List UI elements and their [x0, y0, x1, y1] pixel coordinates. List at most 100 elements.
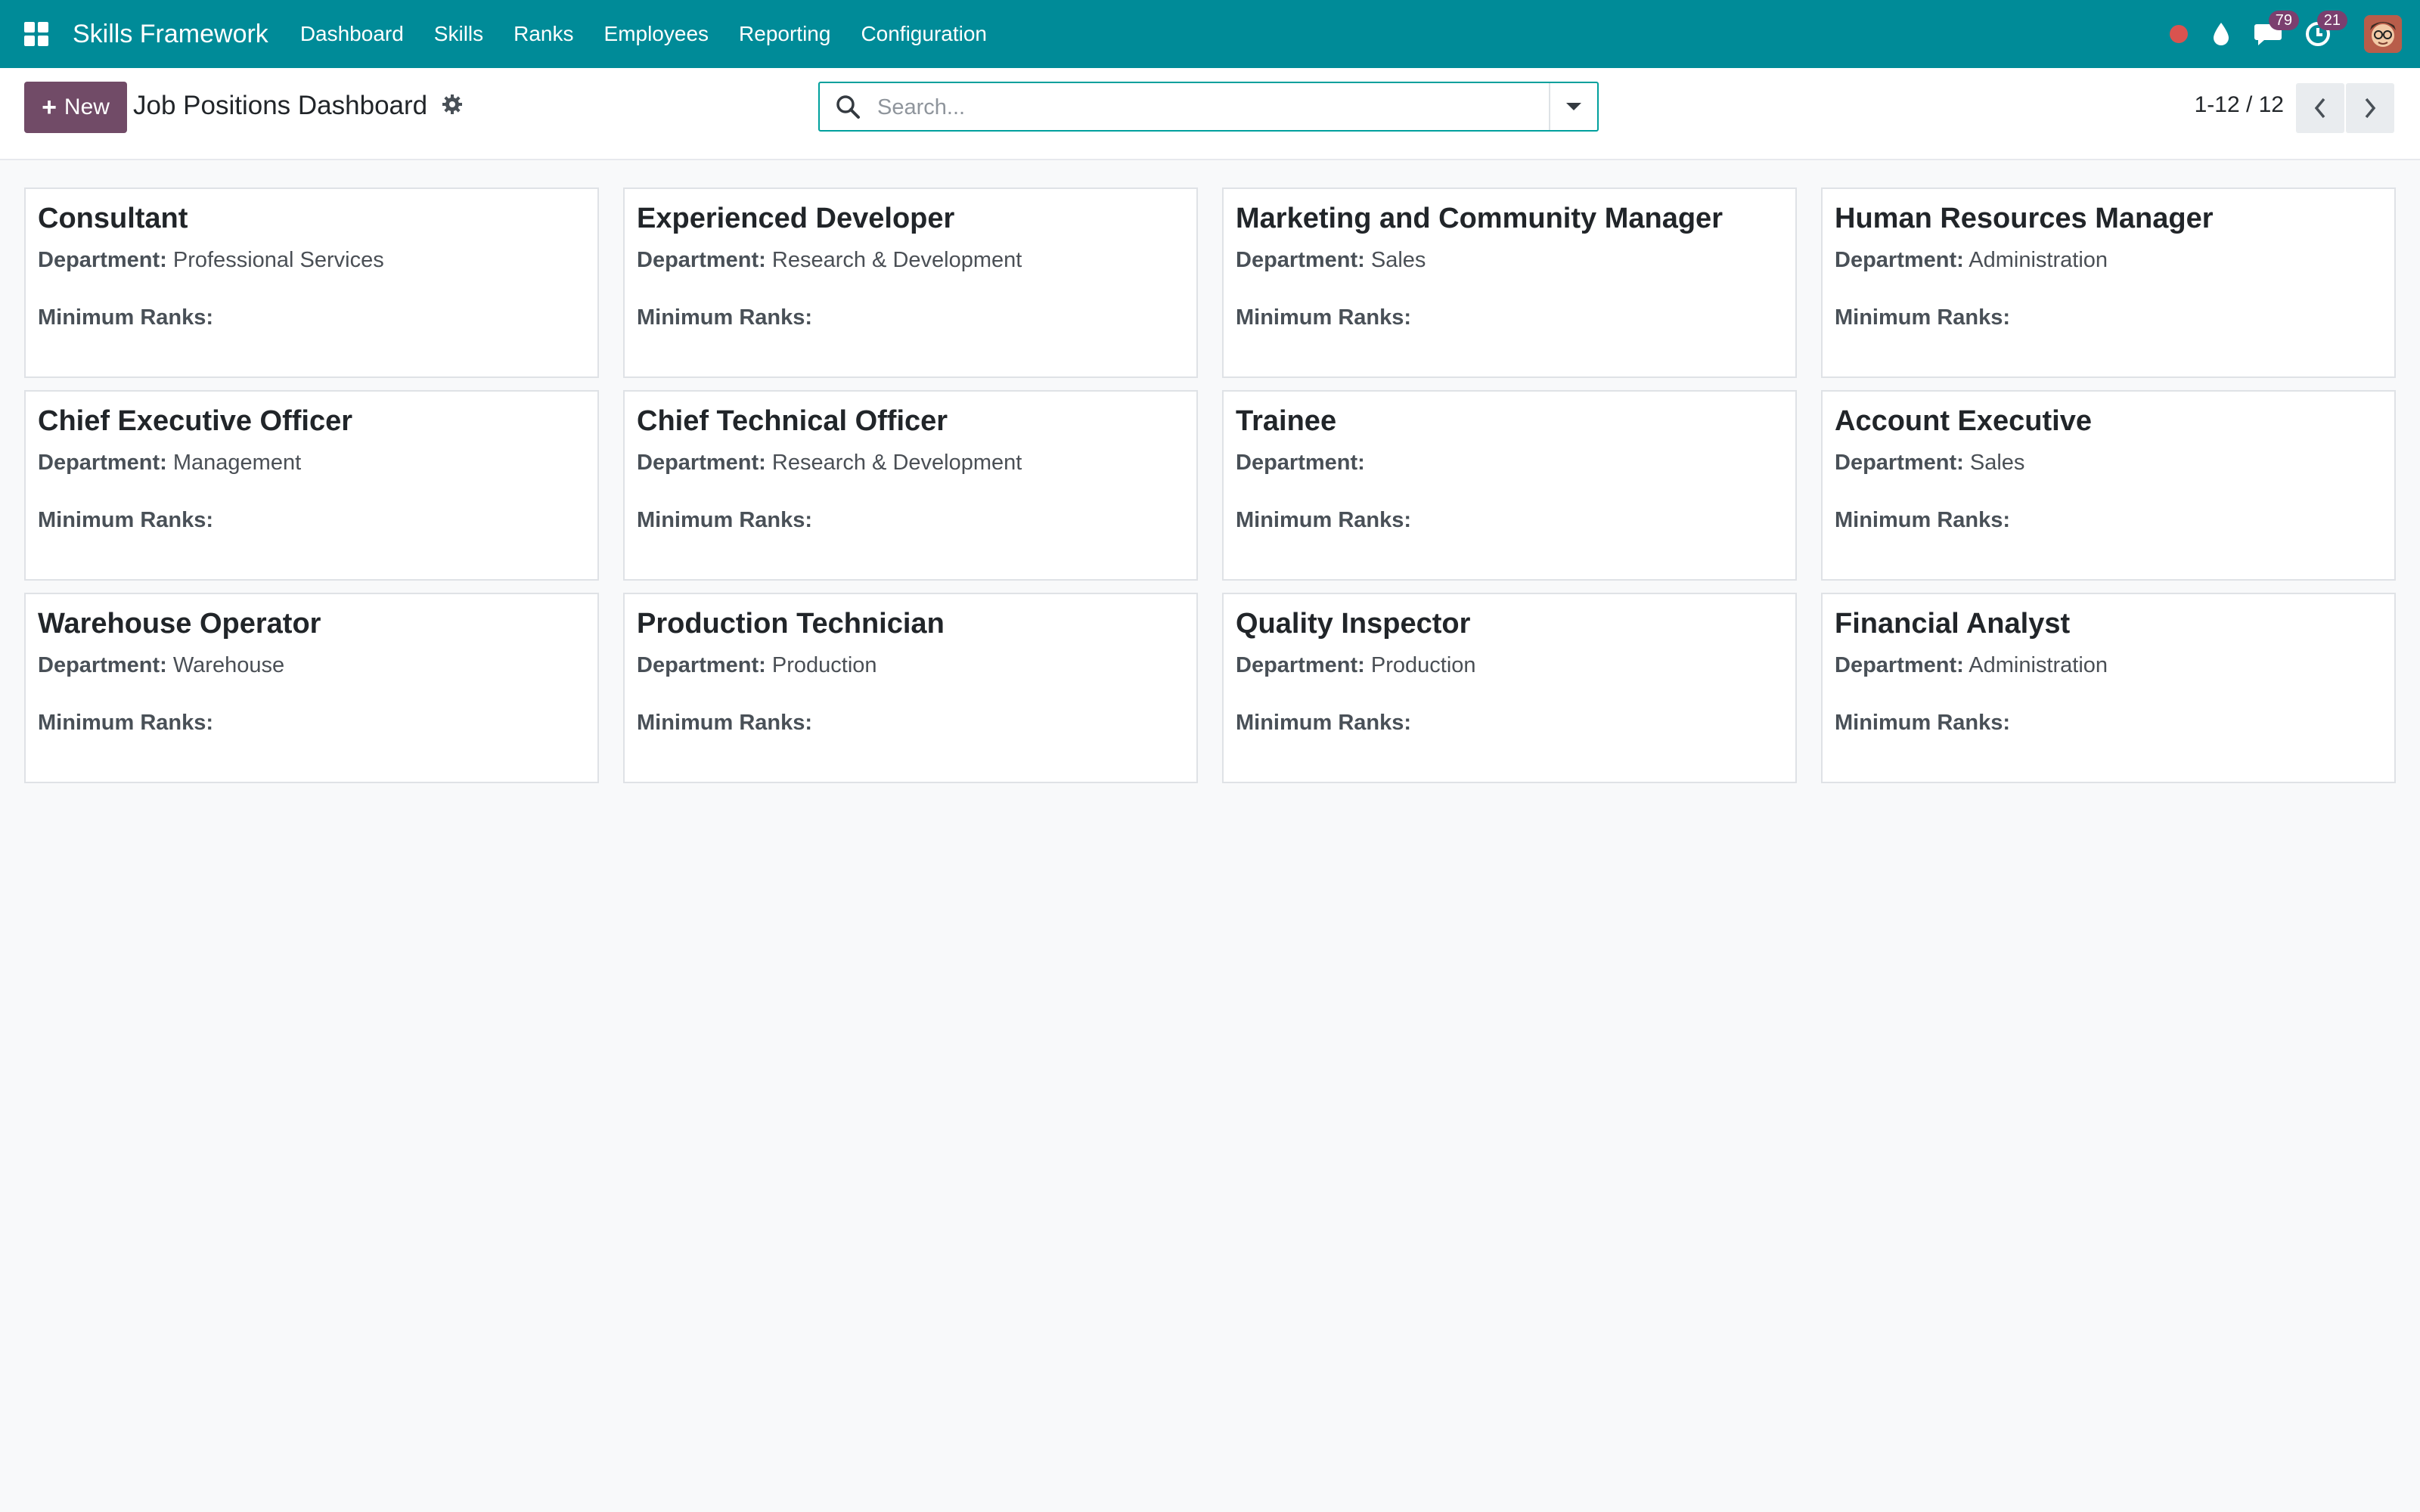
card-title: Production Technician — [637, 608, 945, 640]
systray: 79 21 — [2146, 0, 2402, 68]
kanban-card[interactable]: Chief Technical Officer Department: Rese… — [623, 390, 1198, 581]
min-ranks-label: Minimum Ranks: — [1835, 305, 2011, 330]
pager-next-button[interactable] — [2346, 83, 2394, 133]
new-button-label: New — [64, 94, 110, 119]
min-ranks-label: Minimum Ranks: — [1236, 508, 1412, 532]
min-ranks-label: Minimum Ranks: — [637, 508, 813, 532]
min-ranks-label: Minimum Ranks: — [38, 508, 214, 532]
kanban-card[interactable]: Trainee Department: Minimum Ranks: — [1222, 390, 1797, 581]
kanban-card[interactable]: Production Technician Department: Produc… — [623, 593, 1198, 783]
card-department: Department: Production — [637, 653, 1184, 680]
card-title: Warehouse Operator — [38, 608, 321, 640]
user-avatar[interactable] — [2364, 15, 2402, 53]
messages-badge: 79 — [2268, 11, 2299, 30]
card-title: Chief Executive Officer — [38, 405, 353, 437]
min-ranks-label: Minimum Ranks: — [1236, 305, 1412, 330]
card-min-ranks: Minimum Ranks: — [1236, 711, 1783, 738]
card-department: Department: Administration — [1835, 248, 2382, 275]
department-value: Sales — [1370, 248, 1426, 272]
card-min-ranks: Minimum Ranks: — [1835, 711, 2382, 738]
card-min-ranks: Minimum Ranks: — [1835, 508, 2382, 535]
card-min-ranks: Minimum Ranks: — [1236, 508, 1783, 535]
control-panel: + New Job Positions Dashboard Search... … — [0, 68, 2420, 160]
app-brand[interactable]: Skills Framework — [73, 20, 268, 49]
chat-icon[interactable]: 79 — [2254, 11, 2299, 47]
menu-dashboard[interactable]: Dashboard — [285, 22, 419, 46]
min-ranks-label: Minimum Ranks: — [1236, 711, 1412, 735]
card-department: Department: Professional Services — [38, 248, 585, 275]
department-label: Department: — [637, 451, 766, 475]
department-value: Administration — [1969, 653, 2108, 677]
menu-reporting[interactable]: Reporting — [724, 22, 845, 46]
min-ranks-label: Minimum Ranks: — [38, 711, 214, 735]
card-title: Quality Inspector — [1236, 608, 1471, 640]
department-value: Professional Services — [172, 248, 384, 272]
card-min-ranks: Minimum Ranks: — [637, 305, 1184, 333]
drop-icon[interactable] — [2211, 21, 2231, 47]
department-value: Warehouse — [172, 653, 285, 677]
pager-value[interactable]: 1-12 / 12 — [2195, 92, 2284, 118]
card-department: Department: Sales — [1835, 451, 2382, 478]
department-label: Department: — [1236, 451, 1365, 475]
min-ranks-label: Minimum Ranks: — [637, 305, 813, 330]
card-title: Experienced Developer — [637, 203, 955, 234]
chevron-left-icon — [2314, 98, 2325, 119]
department-label: Department: — [637, 653, 766, 677]
department-label: Department: — [38, 451, 167, 475]
top-navbar: Skills Framework Dashboard Skills Ranks … — [0, 0, 2420, 68]
activities-badge: 21 — [2316, 11, 2347, 30]
menu-skills[interactable]: Skills — [419, 22, 498, 46]
search-icon — [835, 94, 861, 123]
apps-grid-icon[interactable] — [21, 19, 51, 49]
kanban-card[interactable]: Consultant Department: Professional Serv… — [24, 187, 599, 378]
card-min-ranks: Minimum Ranks: — [38, 508, 585, 535]
kanban-card[interactable]: Warehouse Operator Department: Warehouse… — [24, 593, 599, 783]
department-label: Department: — [1236, 248, 1365, 272]
pager-previous-button[interactable] — [2296, 83, 2344, 133]
department-value: Administration — [1969, 248, 2108, 272]
menu-configuration[interactable]: Configuration — [845, 22, 1002, 46]
department-value: Research & Development — [771, 248, 1022, 272]
menu-employees[interactable]: Employees — [589, 22, 724, 46]
settings-gear-icon[interactable] — [442, 94, 463, 119]
card-department: Department: Warehouse — [38, 653, 585, 680]
department-label: Department: — [1835, 451, 1964, 475]
kanban-view: Consultant Department: Professional Serv… — [24, 187, 2396, 783]
min-ranks-label: Minimum Ranks: — [1835, 508, 2011, 532]
plus-icon: + — [42, 92, 57, 122]
new-button[interactable]: + New — [24, 82, 127, 133]
clock-icon[interactable]: 21 — [2305, 11, 2347, 47]
card-department: Department: Administration — [1835, 653, 2382, 680]
kanban-card[interactable]: Chief Executive Officer Department: Mana… — [24, 390, 599, 581]
page-title: Job Positions Dashboard — [133, 91, 428, 120]
kanban-card[interactable]: Account Executive Department: Sales Mini… — [1821, 390, 2396, 581]
card-title: Human Resources Manager — [1835, 203, 2214, 234]
department-label: Department: — [1236, 653, 1365, 677]
card-department: Department: — [1236, 451, 1783, 478]
card-department: Department: Management — [38, 451, 585, 478]
department-value: Management — [172, 451, 302, 475]
kanban-card[interactable]: Experienced Developer Department: Resear… — [623, 187, 1198, 378]
department-label: Department: — [1835, 248, 1964, 272]
card-title: Marketing and Community Manager — [1236, 203, 1723, 234]
menu-ranks[interactable]: Ranks — [498, 22, 588, 46]
search-bar — [818, 82, 1599, 132]
search-input[interactable] — [876, 91, 1559, 124]
department-value: Research & Development — [771, 451, 1022, 475]
card-department: Department: Research & Development — [637, 451, 1184, 478]
kanban-card[interactable]: Marketing and Community Manager Departme… — [1222, 187, 1797, 378]
department-label: Department: — [637, 248, 766, 272]
card-department: Department: Research & Development — [637, 248, 1184, 275]
kanban-card[interactable]: Human Resources Manager Department: Admi… — [1821, 187, 2396, 378]
card-title: Account Executive — [1835, 405, 2092, 437]
card-min-ranks: Minimum Ranks: — [1236, 305, 1783, 333]
card-min-ranks: Minimum Ranks: — [38, 711, 585, 738]
kanban-card[interactable]: Quality Inspector Department: Production… — [1222, 593, 1797, 783]
main-menu: Dashboard Skills Ranks Employees Reporti… — [285, 22, 1002, 46]
record-dot-icon[interactable] — [2169, 24, 2189, 44]
search-options-toggle[interactable] — [1549, 83, 1597, 130]
department-label: Department: — [38, 653, 167, 677]
department-value: Production — [771, 653, 877, 677]
kanban-card[interactable]: Financial Analyst Department: Administra… — [1821, 593, 2396, 783]
min-ranks-label: Minimum Ranks: — [637, 711, 813, 735]
